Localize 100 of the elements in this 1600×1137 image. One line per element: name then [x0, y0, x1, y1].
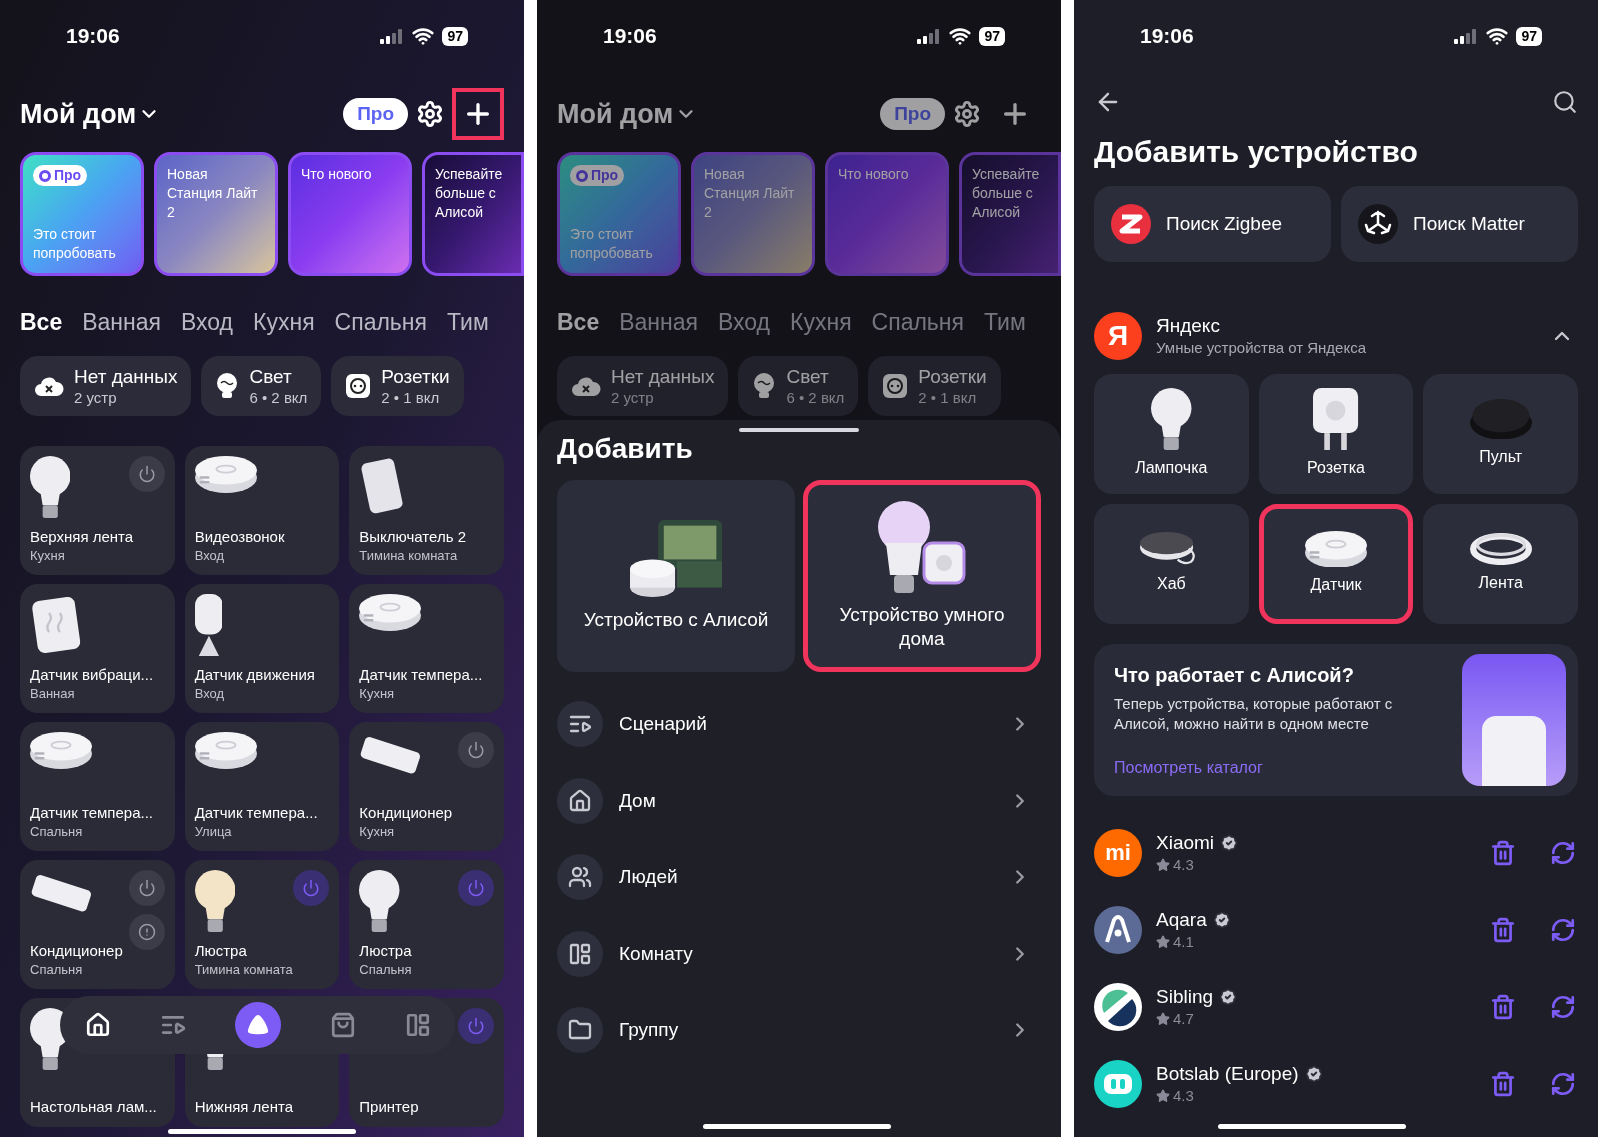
add-button[interactable]: [452, 88, 504, 140]
settings-icon[interactable]: [953, 100, 981, 128]
category-chip[interactable]: Нет данных 2 устр: [20, 356, 192, 416]
round-sensor-icon: [1305, 530, 1367, 568]
led-strip-icon: [1469, 532, 1532, 566]
story-card[interactable]: Успевайте больше с Алисой: [422, 152, 524, 276]
chip-subtitle: 6 • 2 вкл: [786, 388, 845, 407]
room-tab[interactable]: Кухня: [790, 304, 852, 340]
device-tile[interactable]: Верхняя лента Кухня: [20, 446, 175, 575]
device-name: Кондиционер: [30, 941, 124, 961]
category-chip[interactable]: Нет данных 2 устр: [557, 356, 729, 416]
chip-subtitle: 6 • 2 вкл: [249, 388, 308, 407]
device-tile[interactable]: Датчик темпера... Улица: [184, 722, 340, 851]
add-menu-item[interactable]: Людей: [557, 839, 1041, 916]
story-card[interactable]: Что нового: [288, 152, 412, 276]
add-menu-item[interactable]: Дом: [557, 762, 1041, 839]
device-tile[interactable]: Выключатель 2 Тимина комната: [349, 446, 504, 575]
brand-subtitle: Умные устройства от Яндекса: [1156, 338, 1367, 358]
device-tile[interactable]: Датчик темпера... Спальня: [20, 722, 175, 851]
chip-subtitle: 2 • 1 вкл: [918, 388, 978, 407]
refresh-button[interactable]: [1550, 993, 1576, 1020]
power-icon: [467, 741, 485, 759]
alert-icon: [137, 923, 156, 941]
home-title[interactable]: Мой дом: [557, 93, 674, 135]
room-tab[interactable]: Тим: [984, 304, 1026, 340]
add-option-card[interactable]: Устройство с Алисой: [557, 480, 795, 672]
settings-icon[interactable]: [416, 100, 444, 128]
room-tab[interactable]: Ванная: [82, 304, 161, 340]
alert-button[interactable]: [128, 914, 165, 950]
dashboard-nav-icon[interactable]: [404, 1012, 431, 1038]
vendor-row[interactable]: Botslab (Europe) 4.3: [1094, 1045, 1578, 1122]
catalog-link[interactable]: Посмотреть каталог: [1114, 756, 1452, 780]
product-tile[interactable]: Розетка: [1258, 374, 1414, 494]
device-tile[interactable]: Датчик движения Вход: [184, 584, 340, 713]
story-card[interactable]: Успевайте больше с Алисой: [959, 152, 1061, 276]
vendor-row[interactable]: Sibling 4.7: [1094, 968, 1578, 1045]
product-tile[interactable]: Хаб: [1094, 504, 1249, 624]
vendor-row[interactable]: Aqara 4.1: [1094, 891, 1578, 968]
category-chip[interactable]: Розетки 2 • 1 вкл: [868, 356, 1001, 416]
pro-button[interactable]: Про: [343, 97, 408, 131]
room-tab[interactable]: Тим: [447, 304, 489, 340]
home-nav-icon[interactable]: [84, 1012, 111, 1038]
shopping-bag-nav-icon[interactable]: [329, 1012, 356, 1038]
device-room: Кухня: [359, 685, 396, 703]
device-tile[interactable]: Датчик вибраци... Ванная: [20, 584, 175, 713]
room-tab[interactable]: Вход: [181, 304, 234, 340]
device-name: Кондиционер: [359, 803, 454, 823]
refresh-button[interactable]: [1550, 839, 1576, 866]
category-chip[interactable]: Розетки 2 • 1 вкл: [331, 356, 464, 416]
delete-button[interactable]: [1490, 1070, 1516, 1097]
product-tile[interactable]: Лента: [1423, 504, 1578, 624]
add-menu-item[interactable]: Сценарий: [557, 686, 1041, 763]
device-tile[interactable]: Кондиционер Кухня: [349, 722, 504, 851]
room-tab[interactable]: Ванная: [619, 304, 698, 340]
room-tab[interactable]: Все: [20, 304, 63, 340]
power-button[interactable]: [458, 732, 494, 768]
device-tile[interactable]: Датчик темпера... Кухня: [349, 584, 504, 713]
category-chip[interactable]: Свет 6 • 2 вкл: [738, 356, 859, 416]
product-tile[interactable]: Лампочка: [1094, 374, 1249, 494]
power-button[interactable]: [458, 1008, 494, 1044]
delete-button[interactable]: [1490, 993, 1516, 1020]
sheet-handle[interactable]: [739, 428, 859, 432]
promo-title: Что работает с Алисой?: [1114, 663, 1355, 688]
category-chip[interactable]: Свет 6 • 2 вкл: [201, 356, 322, 416]
round-sensor-icon: [194, 456, 257, 493]
device-tile[interactable]: Люстра Тимина комната: [184, 860, 340, 989]
device-tile[interactable]: Кондиционер Спальня: [20, 860, 175, 989]
delete-button[interactable]: [1490, 839, 1516, 866]
assistant-button[interactable]: [234, 1002, 281, 1048]
device-tile[interactable]: Видеозвонок Вход: [184, 446, 340, 575]
room-tab[interactable]: Кухня: [253, 304, 315, 340]
story-card[interactable]: Что нового: [825, 152, 949, 276]
story-card[interactable]: Про Это стоит попробовать: [557, 152, 681, 276]
search-protocol-button[interactable]: Поиск Zigbee: [1094, 186, 1331, 262]
device-tile[interactable]: Люстра Спальня: [349, 860, 504, 989]
product-tile[interactable]: Пульт: [1423, 374, 1578, 494]
delete-button[interactable]: [1490, 916, 1516, 943]
product-tile[interactable]: Датчик: [1258, 504, 1414, 624]
search-icon[interactable]: [1552, 89, 1578, 115]
room-tab[interactable]: Все: [557, 304, 600, 340]
story-card[interactable]: Про Это стоит попробовать: [20, 152, 144, 276]
home-title[interactable]: Мой дом: [20, 93, 137, 135]
power-button[interactable]: [128, 870, 165, 906]
add-menu-item[interactable]: Комнату: [557, 915, 1041, 992]
refresh-button[interactable]: [1550, 916, 1576, 943]
add-option-card[interactable]: Устройство умного дома: [803, 480, 1041, 672]
room-tab[interactable]: Спальня: [334, 304, 427, 340]
power-button[interactable]: [128, 456, 165, 492]
vendor-row[interactable]: mi Xiaomi 4.3: [1094, 814, 1578, 891]
power-button[interactable]: [293, 870, 330, 906]
power-button[interactable]: [458, 870, 494, 906]
add-menu-item[interactable]: Группу: [557, 992, 1041, 1069]
search-protocol-button[interactable]: Поиск Matter: [1341, 186, 1578, 262]
room-tab[interactable]: Спальня: [871, 304, 964, 340]
bulb-icon: [752, 372, 777, 400]
story-card[interactable]: Новая Станция Лайт 2: [154, 152, 278, 276]
refresh-button[interactable]: [1550, 1070, 1576, 1097]
room-tab[interactable]: Вход: [718, 304, 771, 340]
device-name: Настольная лам...: [30, 1097, 158, 1117]
device-name: Датчик темпера...: [30, 803, 154, 823]
